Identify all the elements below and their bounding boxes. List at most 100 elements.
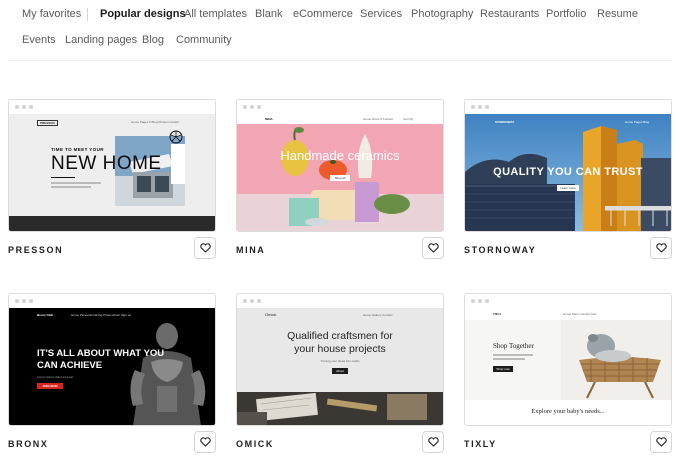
nav-tab-events[interactable]: Events [22, 34, 56, 46]
browser-bar [9, 294, 215, 308]
nav-tab-photography[interactable]: Photography [411, 8, 473, 20]
browser-bar [9, 100, 215, 114]
preview-text-line [493, 358, 525, 360]
preview-headline-line: your house projects [294, 343, 386, 355]
preview-headline: Shop Together [493, 342, 534, 350]
preview-button: Shop now [493, 366, 513, 372]
browser-dot-icon [471, 105, 475, 109]
heart-outline-icon [655, 437, 667, 447]
browser-bar [465, 294, 671, 308]
preview-kicker: TIME TO MEET YOUR [51, 147, 104, 152]
preview-nav: Home Shop Contact Cart [563, 312, 597, 316]
browser-bar [237, 100, 443, 114]
nav-tab-landing-pages[interactable]: Landing pages [65, 34, 137, 46]
template-thumbnail: PRESSON Home Pages ▾ Blog Photos Contact… [9, 114, 215, 231]
template-name: BRONX [8, 439, 49, 449]
template-name: OMICK [236, 439, 274, 449]
browser-dot-icon [243, 105, 247, 109]
preview-subtext: Turning your ideas into reality [320, 359, 360, 363]
browser-bar [465, 100, 671, 114]
template-name: PRESSON [8, 245, 64, 255]
preview-button: Shop all [330, 175, 350, 181]
browser-dot-icon [22, 105, 26, 109]
preview-headline: Handmade ceramics [280, 148, 400, 163]
preview-headline-line: IT'S ALL ABOUT WHAT YOU [37, 348, 165, 359]
browser-dot-icon [471, 299, 475, 303]
browser-dot-icon [485, 105, 489, 109]
browser-bar [237, 294, 443, 308]
heart-outline-icon [427, 437, 439, 447]
preview-button: About [332, 368, 348, 374]
browser-dot-icon [250, 105, 254, 109]
bassinet-photo [561, 320, 671, 400]
browser-dot-icon [22, 299, 26, 303]
favorite-button[interactable] [650, 431, 672, 453]
preview-logo: Bronx Club [37, 313, 54, 317]
nav-tab-all-templates[interactable]: All templates [184, 8, 247, 20]
template-preview-frame[interactable]: STORNOWAY Home Pages Blog QUALITY YOU CA… [464, 99, 672, 232]
favorite-button[interactable] [650, 237, 672, 259]
preview-nav: Home Pages ▾ Blog Photos Contact [131, 120, 179, 124]
template-preview-frame[interactable]: Bronx Club Home Personal training Prices… [8, 293, 216, 426]
template-preview-frame[interactable]: MINA Home About ▾ Contact Cart (0) Handm… [236, 99, 444, 232]
nav-divider [8, 60, 672, 61]
preview-logo: TIXLY [493, 312, 502, 316]
template-name: MINA [236, 245, 266, 255]
browser-dot-icon [15, 299, 19, 303]
preview-logo: Omick [265, 312, 277, 317]
favorite-button[interactable] [422, 431, 444, 453]
heart-outline-icon [199, 243, 211, 253]
browser-dot-icon [29, 105, 33, 109]
nav-tab-resume[interactable]: Resume [597, 8, 638, 20]
nav-tab-popular-designs[interactable]: Popular designs [100, 8, 186, 20]
browser-dot-icon [478, 299, 482, 303]
preview-section-title: Explore your baby's needs... [531, 408, 605, 415]
template-preview-frame[interactable]: Omick Home Gallery Contact Qualified cra… [236, 293, 444, 426]
fan-logo-icon [169, 130, 183, 144]
nav-separator [87, 8, 88, 21]
preview-headline: QUALITY YOU CAN TRUST [493, 166, 643, 178]
browser-dot-icon [485, 299, 489, 303]
favorite-button[interactable] [194, 237, 216, 259]
workbench-photo [237, 392, 443, 425]
preview-underline [51, 177, 75, 178]
template-preview-frame[interactable]: PRESSON Home Pages ▾ Blog Photos Contact… [8, 99, 216, 232]
nav-tab-community[interactable]: Community [176, 34, 232, 46]
preview-logo: STORNOWAY [495, 120, 515, 124]
preview-headline: NEW HOME [51, 153, 162, 174]
preview-headline: IT'S ALL ABOUT WHAT YOU CAN ACHIEVE [37, 348, 164, 372]
preview-nav: Home Gallery Contact [363, 313, 393, 317]
browser-dot-icon [478, 105, 482, 109]
preview-button: JOIN NOW [37, 383, 63, 389]
browser-dot-icon [250, 299, 254, 303]
nav-tab-blog[interactable]: Blog [142, 34, 164, 46]
browser-dot-icon [29, 299, 33, 303]
nav-tab-ecommerce[interactable]: eCommerce [293, 8, 353, 20]
browser-dot-icon [15, 105, 19, 109]
heart-outline-icon [199, 437, 211, 447]
template-thumbnail: STORNOWAY Home Pages Blog QUALITY YOU CA… [465, 114, 671, 231]
nav-my-favorites[interactable]: My favorites [22, 8, 81, 20]
template-name: TIXLY [464, 439, 497, 449]
template-thumbnail: TIXLY Home Shop Contact Cart Shop Togeth… [465, 308, 671, 425]
template-thumbnail: Omick Home Gallery Contact Qualified cra… [237, 308, 443, 425]
preview-nav: Home Pages Blog [625, 120, 650, 124]
browser-dot-icon [257, 299, 261, 303]
preview-subtext: Lorem ipsum dolor sit amet [37, 375, 74, 379]
favorite-button[interactable] [422, 237, 444, 259]
nav-tab-portfolio[interactable]: Portfolio [546, 8, 586, 20]
nav-tab-services[interactable]: Services [360, 8, 402, 20]
nav-tab-blank[interactable]: Blank [255, 8, 283, 20]
template-thumbnail: Bronx Club Home Personal training Prices… [9, 308, 215, 425]
nav-tab-restaurants[interactable]: Restaurants [480, 8, 539, 20]
heart-outline-icon [655, 243, 667, 253]
favorite-button[interactable] [194, 431, 216, 453]
preview-footer [9, 216, 215, 231]
template-name: STORNOWAY [464, 245, 537, 255]
template-preview-frame[interactable]: TIXLY Home Shop Contact Cart Shop Togeth… [464, 293, 672, 426]
preview-button: Learn more [557, 185, 579, 191]
heart-outline-icon [427, 243, 439, 253]
preview-headline: Qualified craftsmen for your house proje… [237, 330, 443, 356]
preview-headline-line: CAN ACHIEVE [37, 360, 103, 371]
template-thumbnail: MINA Home About ▾ Contact Cart (0) Handm… [237, 114, 443, 231]
